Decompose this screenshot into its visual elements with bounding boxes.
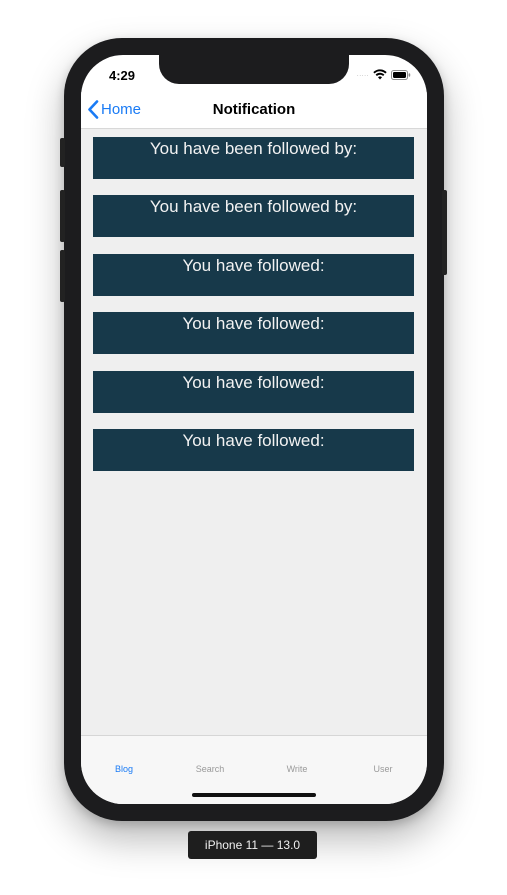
notification-item[interactable]: You have been followed by: xyxy=(93,137,414,179)
cellular-signal-icon: ..... xyxy=(356,71,369,78)
tab-search[interactable]: Search xyxy=(167,764,253,774)
status-time: 4:29 xyxy=(109,68,136,83)
tab-blog[interactable]: Blog xyxy=(81,764,167,774)
notification-item[interactable]: You have followed: xyxy=(93,254,414,296)
tab-write[interactable]: Write xyxy=(254,764,340,774)
page-title: Notification xyxy=(212,101,296,118)
silent-switch xyxy=(60,138,65,167)
power-button xyxy=(442,190,447,275)
notification-item[interactable]: You have followed: xyxy=(93,312,414,354)
device-label: iPhone 11 — 13.0 xyxy=(188,831,317,859)
simulator-canvas: 4:29 ..... Home Notification You have be… xyxy=(0,0,507,895)
battery-icon xyxy=(391,69,411,80)
notch xyxy=(159,55,349,84)
home-indicator[interactable] xyxy=(192,793,316,797)
notification-item[interactable]: You have been followed by: xyxy=(93,195,414,237)
tab-user[interactable]: User xyxy=(340,764,426,774)
navigation-bar: Home Notification xyxy=(81,92,427,129)
volume-down-button xyxy=(60,250,65,302)
notification-list: You have been followed by: You have been… xyxy=(81,129,427,735)
notification-item[interactable]: You have followed: xyxy=(93,429,414,471)
device-screen: 4:29 ..... Home Notification You have be… xyxy=(81,55,427,804)
status-indicators: ..... xyxy=(357,69,411,80)
notification-item[interactable]: You have followed: xyxy=(93,371,414,413)
volume-up-button xyxy=(60,190,65,242)
wifi-icon xyxy=(373,69,387,80)
